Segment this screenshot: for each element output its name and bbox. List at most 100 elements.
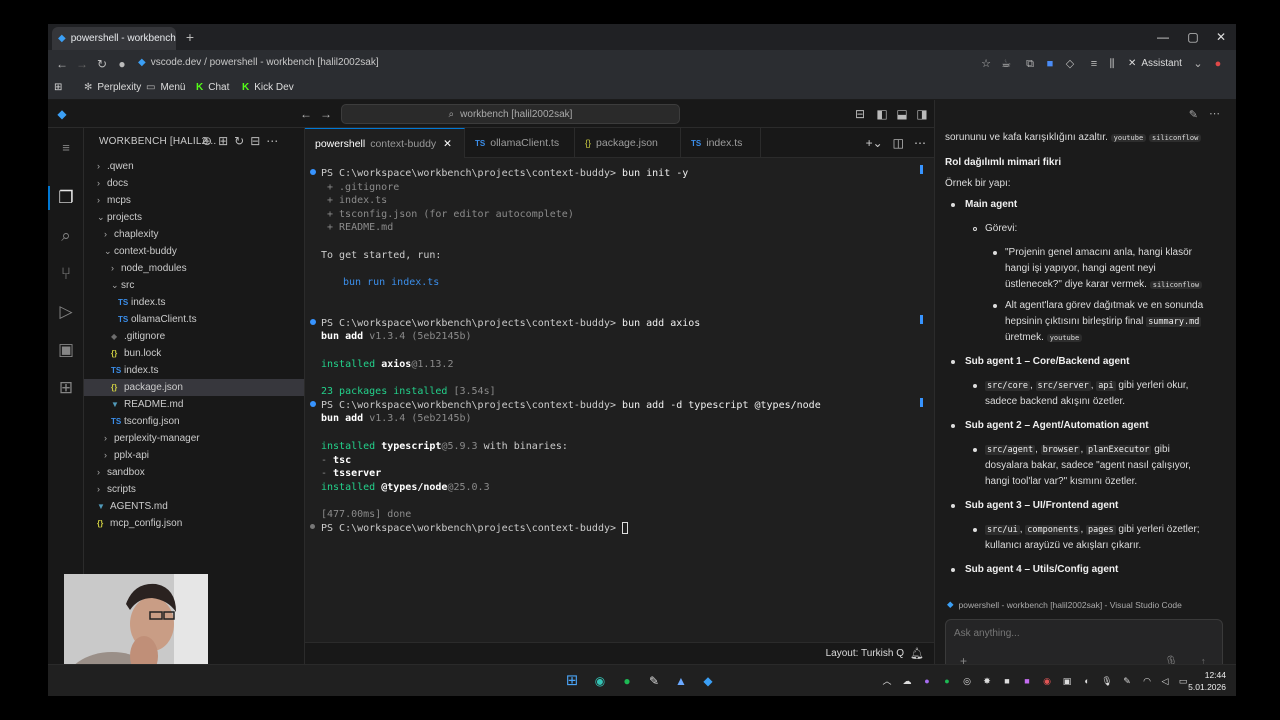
tree-folder[interactable]: ⌄ src	[84, 277, 304, 294]
menu-lines-icon[interactable]: ≡	[1086, 56, 1102, 72]
new-file-icon[interactable]: ⊕	[202, 134, 212, 148]
source-tag[interactable]: siliconflow	[1149, 281, 1203, 289]
tray-app-icon[interactable]: ◐	[1080, 674, 1094, 688]
show-hidden-icons-chevron-icon[interactable]: ︿	[880, 674, 894, 688]
tree-folder[interactable]: › .qwen	[84, 158, 304, 175]
close-tab-icon[interactable]: ✕	[443, 138, 452, 150]
tree-file[interactable]: TS index.ts	[84, 362, 304, 379]
tree-folder[interactable]: › pplx-api	[84, 447, 304, 464]
tray-app-icon[interactable]: ▣	[1060, 674, 1074, 688]
tray-app-icon[interactable]: ◎	[960, 674, 974, 688]
maximize-button[interactable]: ▢	[1178, 28, 1208, 46]
shield-icon[interactable]: ■	[1042, 56, 1058, 72]
url-field[interactable]: ◆ vscode.dev / powershell - workbench [h…	[138, 57, 379, 68]
send-arrow-icon[interactable]: ↑	[1201, 656, 1207, 664]
edit-icon[interactable]: ✎	[1189, 108, 1198, 121]
mic-icon[interactable]: ●	[114, 56, 130, 72]
notepad-icon[interactable]: ✎	[645, 672, 663, 690]
tab-package-json[interactable]: {} package.json	[575, 128, 681, 158]
chevron-down-icon[interactable]: ⌄	[1190, 56, 1206, 72]
extensions-icon[interactable]: ⊞	[54, 376, 78, 400]
tab-powershell[interactable]: powershell context-buddy ✕	[305, 128, 465, 158]
toggle-panel-icon[interactable]: ⬓	[894, 106, 910, 122]
menu-icon[interactable]: ≡	[54, 136, 78, 160]
tree-folder[interactable]: ⌄ projects	[84, 209, 304, 226]
tree-file[interactable]: {} bun.lock	[84, 345, 304, 362]
toggle-sidebar-icon[interactable]: ◧	[874, 106, 890, 122]
more-actions-icon[interactable]: ⋯	[914, 136, 926, 150]
tray-pen-icon[interactable]: ✎	[1120, 674, 1134, 688]
puzzle-icon[interactable]: ◇	[1062, 56, 1078, 72]
tree-folder[interactable]: › perplexity-manager	[84, 430, 304, 447]
tray-app-icon[interactable]: ●	[920, 674, 934, 688]
browser-app-icon[interactable]: ◉	[591, 672, 609, 690]
tree-file[interactable]: ▼ AGENTS.md	[84, 498, 304, 515]
tree-file[interactable]: TS tsconfig.json	[84, 413, 304, 430]
ask-input[interactable]	[954, 628, 1194, 639]
terminal[interactable]: PS C:\workspace\workbench\projects\conte…	[305, 158, 923, 642]
tree-file[interactable]: {} mcp_config.json	[84, 515, 304, 532]
windows-start-icon[interactable]: ⊞	[563, 672, 581, 690]
tree-folder[interactable]: › sandbox	[84, 464, 304, 481]
tree-file[interactable]: TS ollamaClient.ts	[84, 311, 304, 328]
bookmark-perplexity[interactable]: ✻ Perplexity	[84, 82, 141, 93]
apps-grid-icon[interactable]: ⊞	[54, 82, 62, 93]
tree-folder[interactable]: › scripts	[84, 481, 304, 498]
system-clock[interactable]: 12:44 5.01.2026	[1188, 669, 1226, 693]
source-tag[interactable]: youtube	[1046, 334, 1083, 342]
bookmark-menu[interactable]: ▭ Menü	[146, 82, 185, 93]
tree-file[interactable]: ◆ .gitignore	[84, 328, 304, 345]
vscode-taskbar-icon[interactable]: ◆	[699, 672, 717, 690]
profile-icon[interactable]: ●	[1210, 56, 1226, 72]
more-options-icon[interactable]: ⋯	[1209, 107, 1220, 120]
tray-spotify-icon[interactable]: ●	[940, 674, 954, 688]
new-folder-icon[interactable]: ⊞	[218, 134, 228, 148]
volume-icon[interactable]: ◁	[1158, 674, 1172, 688]
context-indicator[interactable]: ◆ powershell - workbench [halil2002sak] …	[947, 599, 1182, 610]
forward-arrow-icon[interactable]: →	[318, 106, 334, 122]
refresh-icon[interactable]: ↻	[234, 134, 244, 148]
notifications-bell-icon[interactable]: 🔔︎	[910, 647, 924, 660]
tray-app-icon[interactable]: ■	[1020, 674, 1034, 688]
mic-icon[interactable]: 🎙︎	[1164, 655, 1178, 664]
new-tab-button[interactable]: +	[182, 29, 198, 45]
reload-button[interactable]: ↻	[94, 56, 110, 72]
tree-folder[interactable]: › node_modules	[84, 260, 304, 277]
command-center[interactable]: ⌕ workbench [halil2002sak]	[341, 104, 680, 124]
tree-folder[interactable]: › mcps	[84, 192, 304, 209]
search-icon[interactable]: ⌕	[54, 224, 78, 248]
run-debug-icon[interactable]: ▷	[54, 300, 78, 324]
toggle-secondary-sidebar-icon[interactable]: ◨	[914, 106, 930, 122]
assistant-input-box[interactable]: + 🎙︎ ↑	[945, 619, 1223, 664]
bookmark-chat[interactable]: K Chat	[196, 82, 229, 93]
tree-folder[interactable]: › docs	[84, 175, 304, 192]
source-tag[interactable]: siliconflow	[1148, 134, 1202, 142]
layout-icon[interactable]: ⊟	[852, 106, 868, 122]
extension-icon[interactable]: ☕	[998, 56, 1014, 72]
tree-folder[interactable]: ⌄ context-buddy	[84, 243, 304, 260]
tray-app-icon[interactable]: ◉	[1040, 674, 1054, 688]
minimize-button[interactable]: —	[1148, 28, 1178, 46]
keyboard-layout-status[interactable]: Layout: Turkish Q	[826, 648, 904, 659]
tree-file[interactable]: TS index.ts	[84, 294, 304, 311]
explorer-icon[interactable]: ❐	[54, 186, 78, 210]
tray-mic-icon[interactable]: 🎙︎	[1100, 674, 1114, 688]
tray-app-icon[interactable]: ■	[1000, 674, 1014, 688]
bookmark-star-icon[interactable]: ☆	[978, 56, 994, 72]
more-actions-icon[interactable]: ⋯	[266, 134, 278, 148]
tab-index-ts[interactable]: TS index.ts	[681, 128, 761, 158]
back-arrow-icon[interactable]: ←	[298, 106, 314, 122]
attach-plus-icon[interactable]: +	[960, 654, 967, 664]
collapse-all-icon[interactable]: ⊟	[250, 134, 260, 148]
split-editor-icon[interactable]: ◫	[893, 136, 904, 150]
forward-button[interactable]: →	[74, 56, 90, 72]
assistant-toggle[interactable]: ✕ Assistant	[1128, 58, 1182, 69]
tree-file[interactable]: {} package.json	[84, 379, 304, 396]
remote-explorer-icon[interactable]: ▣	[54, 338, 78, 362]
history-icon[interactable]: ⫼	[1104, 56, 1120, 72]
new-terminal-icon[interactable]: +⌄	[866, 136, 883, 150]
screenshot-icon[interactable]: ⧉	[1022, 56, 1038, 72]
bookmark-kick-dev[interactable]: K Kick Dev	[242, 82, 294, 93]
wifi-icon[interactable]: ◠	[1140, 674, 1154, 688]
terminal-scrollbar[interactable]	[915, 158, 923, 642]
